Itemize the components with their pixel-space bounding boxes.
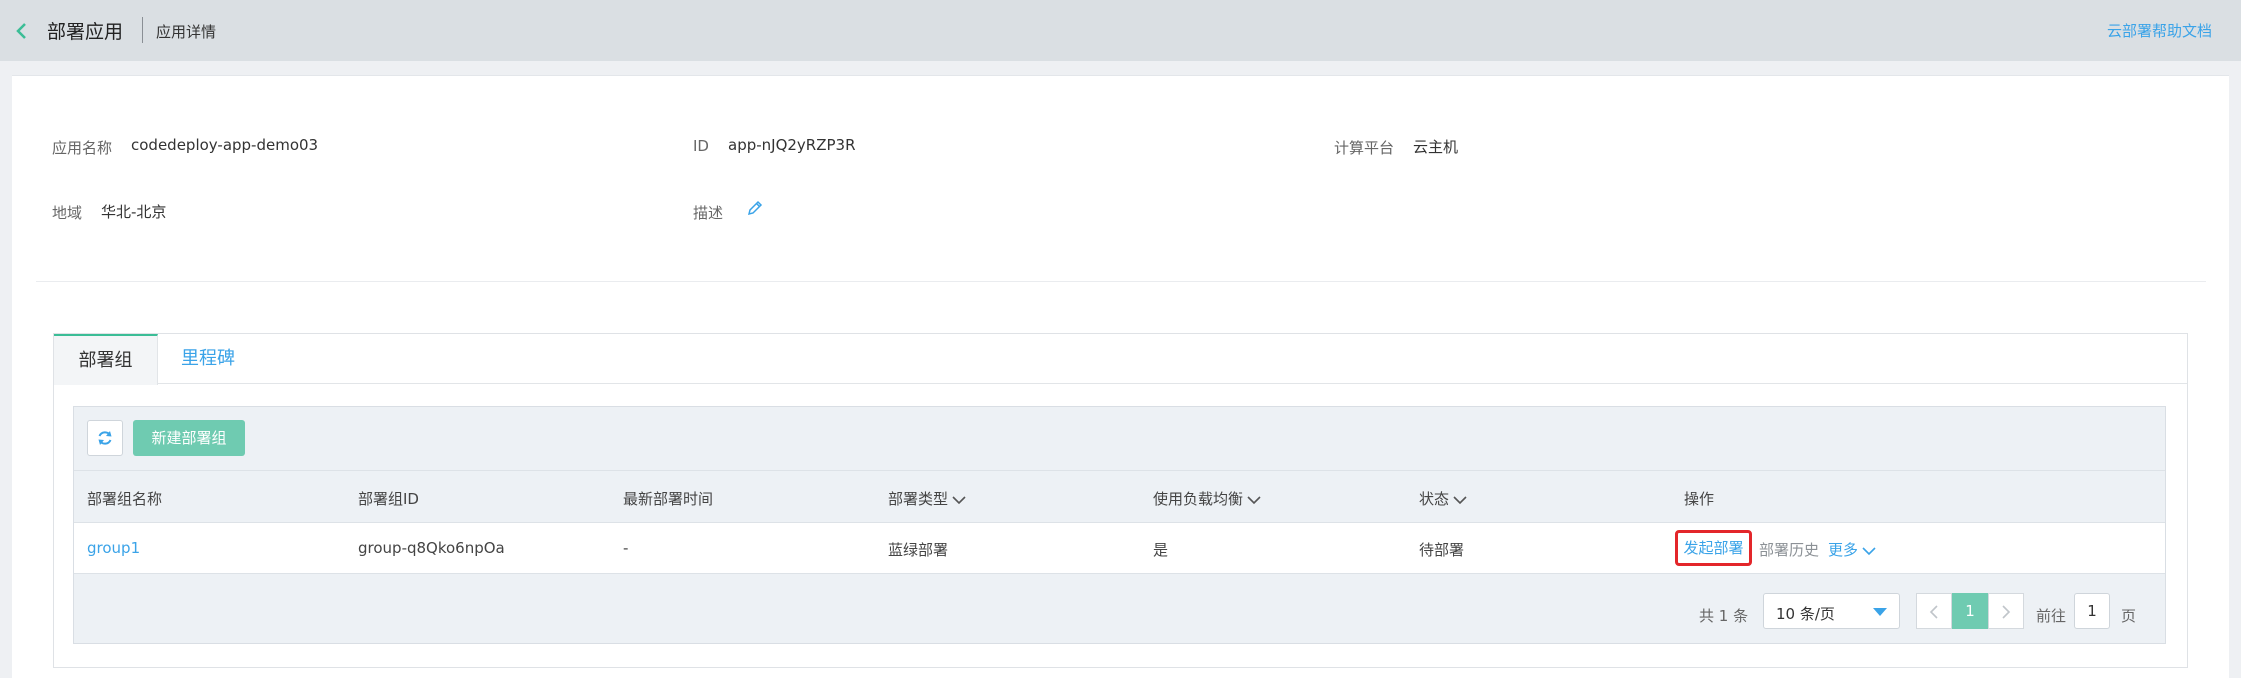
goto-page-label: 前往 (2036, 607, 2067, 625)
refresh-button[interactable] (87, 420, 123, 456)
chevron-down-icon[interactable] (1247, 495, 1261, 505)
last-deploy-time-cell: - (623, 539, 629, 557)
table-row: group1 group-q8Qko6npOa - 蓝绿部署 是 待部署 发起部… (74, 522, 2165, 574)
prev-page-button[interactable] (1916, 593, 1952, 629)
chevron-right-icon (2002, 605, 2011, 619)
start-deploy-link[interactable]: 发起部署 (1675, 530, 1752, 566)
refresh-icon (98, 431, 112, 445)
pagination-total: 共 1 条 (1699, 607, 1749, 625)
section-divider (36, 281, 2206, 282)
id-label: ID (693, 137, 709, 155)
page-size-select[interactable]: 10 条/页 (1763, 593, 1900, 629)
platform-value: 云主机 (1413, 138, 1459, 156)
id-value: app-nJQ2yRZP3R (728, 136, 856, 154)
column-header-deploy-type[interactable]: 部署类型 (888, 488, 966, 509)
grid-toolbar: 新建部署组 (74, 407, 2165, 470)
breadcrumb: 应用详情 (156, 23, 217, 41)
chevron-down-icon[interactable] (952, 495, 966, 505)
deploy-type-cell: 蓝绿部署 (888, 541, 949, 559)
column-header-load-balancer[interactable]: 使用负载均衡 (1153, 488, 1261, 509)
caret-down-icon (1873, 608, 1887, 616)
chevron-left-icon[interactable] (14, 20, 28, 42)
table-header: 部署组名称 部署组ID 最新部署时间 部署类型 使用负载均衡 状态 操作 (74, 470, 2165, 522)
column-header-status-label: 状态 (1419, 490, 1450, 508)
more-actions-label: 更多 (1828, 541, 1859, 559)
chevron-down-icon[interactable] (1453, 495, 1467, 505)
deploy-history-link[interactable]: 部署历史 (1759, 539, 1819, 560)
page-size-value: 10 条/页 (1776, 605, 1835, 623)
column-header-deploy-type-label: 部署类型 (888, 490, 949, 508)
chevron-down-icon (1862, 546, 1876, 555)
group-id-cell: group-q8Qko6npOa (358, 539, 505, 557)
page-title: 部署应用 (47, 21, 124, 43)
column-header-group-id: 部署组ID (358, 490, 419, 508)
tab-milestones[interactable]: 里程碑 (158, 334, 258, 384)
status-cell: 待部署 (1419, 541, 1465, 559)
page-number-current[interactable]: 1 (1952, 593, 1988, 629)
tab-strip: 部署组 里程碑 (54, 334, 2187, 385)
app-name-label: 应用名称 (52, 139, 113, 157)
pencil-icon[interactable] (746, 199, 764, 217)
top-bar: 部署应用 应用详情 云部署帮助文档 (0, 0, 2241, 61)
platform-label: 计算平台 (1334, 139, 1395, 157)
description-label: 描述 (693, 204, 724, 222)
load-balancer-cell: 是 (1153, 541, 1169, 559)
tabs-panel: 部署组 里程碑 新建部署组 部署组名称 部署组ID 最新部署时间 部署类型 使用… (53, 333, 2188, 668)
column-header-actions: 操作 (1684, 490, 1715, 508)
tab-deploy-groups[interactable]: 部署组 (54, 334, 158, 385)
app-name-value: codedeploy-app-demo03 (131, 136, 319, 154)
column-header-status[interactable]: 状态 (1419, 488, 1467, 509)
chevron-left-icon (1929, 605, 1938, 619)
new-deploy-group-button[interactable]: 新建部署组 (133, 420, 245, 456)
column-header-load-balancer-label: 使用负载均衡 (1153, 490, 1244, 508)
column-header-group-name: 部署组名称 (87, 490, 163, 508)
help-docs-link[interactable]: 云部署帮助文档 (2107, 20, 2212, 41)
title-divider (142, 17, 143, 43)
region-value: 华北-北京 (101, 203, 167, 221)
region-label: 地域 (52, 204, 83, 222)
deploy-group-grid: 新建部署组 部署组名称 部署组ID 最新部署时间 部署类型 使用负载均衡 状态 … (73, 406, 2166, 644)
more-actions-dropdown[interactable]: 更多 (1828, 539, 1876, 560)
column-header-last-deploy-time: 最新部署时间 (623, 490, 714, 508)
goto-page-input[interactable]: 1 (2074, 593, 2110, 629)
goto-page-unit: 页 (2121, 607, 2137, 625)
group-name-link[interactable]: group1 (87, 539, 140, 557)
next-page-button[interactable] (1988, 593, 2024, 629)
